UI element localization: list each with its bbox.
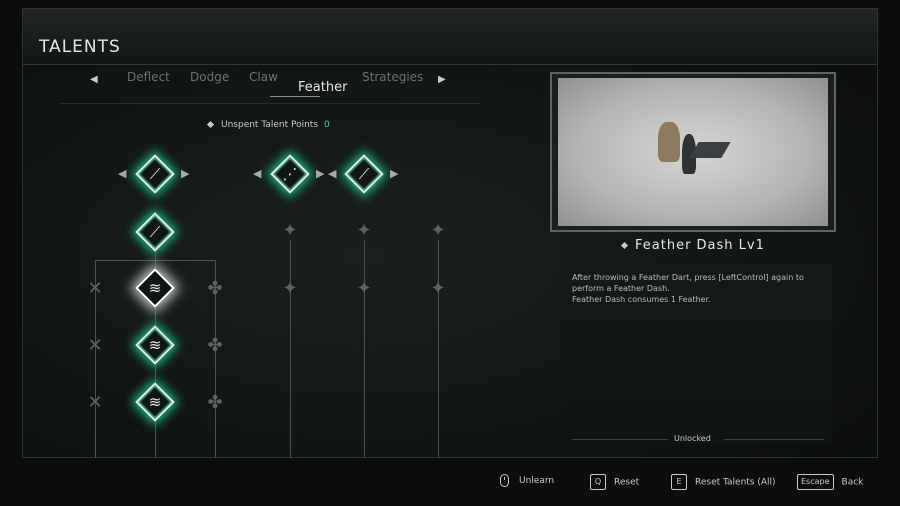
page-title: TALENTS — [39, 37, 121, 57]
locked-bird-icon: ✤ — [207, 334, 223, 356]
reset-button[interactable]: Q Reset — [590, 474, 639, 490]
key-e: E — [671, 474, 687, 490]
back-label: Back — [841, 477, 864, 488]
tree-connector — [95, 260, 215, 261]
description-line: perform a Feather Dash. — [572, 284, 670, 293]
talent-node-locked[interactable]: ✤ — [195, 382, 235, 422]
bullet-icon — [206, 120, 215, 129]
description-line: Feather Dash consumes 1 Feather. — [572, 295, 711, 304]
talent-node-feather-dash[interactable]: ≋ — [135, 268, 175, 308]
unspent-talent-points: Unspent Talent Points 0 — [206, 120, 330, 130]
enemy-figure — [658, 122, 680, 162]
talent-node-feather-dash-2[interactable]: ≋ — [135, 325, 175, 365]
key-escape: Escape — [797, 474, 834, 490]
feather-dash-icon: ≋ — [148, 279, 162, 297]
tab-next-arrow-icon[interactable]: ▶ — [438, 74, 446, 85]
feather-dash-icon: ≋ — [148, 393, 162, 411]
player-cape — [689, 142, 731, 158]
feather-slash-icon: ⟋ — [358, 165, 370, 183]
feather-dash-icon: ≋ — [148, 336, 162, 354]
locked-feather-icon: ✦ — [430, 277, 446, 299]
talent-tabs: ◀ Deflect Dodge Claw Feather Strategies … — [60, 68, 480, 104]
talent-node-feather-dash-3[interactable]: ≋ — [135, 382, 175, 422]
choice-prev-arrow-icon[interactable]: ◀ — [328, 167, 336, 180]
talent-node-feather-storm[interactable]: ⋰ — [270, 154, 310, 194]
divider — [724, 439, 824, 440]
talent-node-locked[interactable]: ✦ — [418, 268, 458, 308]
talent-node-locked[interactable]: ✤ — [195, 325, 235, 365]
skill-preview-image — [558, 78, 828, 226]
reset-label: Reset — [614, 477, 640, 488]
skill-title: Feather Dash Lv1 — [620, 238, 765, 253]
talent-node-feather-fan[interactable]: ⟋ — [135, 154, 175, 194]
active-tab-underline — [270, 96, 320, 97]
talent-node-locked[interactable]: ✕ — [75, 382, 115, 422]
description-line: After throwing a Feather Dart, press [Le… — [572, 273, 804, 282]
locked-bird-icon: ✤ — [207, 277, 223, 299]
divider — [572, 439, 668, 440]
talent-node-locked[interactable]: ✦ — [344, 268, 384, 308]
footer-hints: Unlearn Q Reset E Reset Talents (All) Esca… — [0, 466, 900, 502]
talent-node-feather-dart[interactable]: ⟋ — [135, 212, 175, 252]
feather-storm-icon: ⋰ — [282, 165, 298, 183]
choice-next-arrow-icon[interactable]: ▶ — [390, 167, 398, 180]
skill-preview-video — [550, 72, 836, 232]
talent-tree: ◀ ⟋ ▶ ⟋ ◀ ⋰ ▶ ◀ ⟋ ▶ ✦ ✦ ✦ ✦ ✦ ✦ ✕ ≋ ✤ ✕ … — [60, 140, 480, 458]
skill-status: Unlocked — [674, 434, 711, 443]
feather-dart-icon: ⟋ — [149, 223, 161, 241]
locked-cross-icon: ✕ — [87, 391, 103, 413]
skill-name: Feather Dash Lv1 — [635, 238, 765, 253]
talent-node-feather-slash[interactable]: ⟋ — [344, 154, 384, 194]
bullet-icon — [620, 241, 629, 250]
choice-next-arrow-icon[interactable]: ▶ — [181, 167, 189, 180]
talent-node-locked[interactable]: ✦ — [344, 210, 384, 250]
locked-feather-icon: ✦ — [356, 277, 372, 299]
reset-all-button[interactable]: E Reset Talents (All) — [671, 474, 776, 490]
back-button[interactable]: Escape Back — [797, 474, 863, 490]
tab-dodge[interactable]: Dodge — [190, 70, 229, 84]
choice-prev-arrow-icon[interactable]: ◀ — [118, 167, 126, 180]
skill-description-panel: After throwing a Feather Dart, press [Le… — [562, 264, 832, 444]
skill-description: After throwing a Feather Dart, press [Le… — [572, 272, 822, 305]
talent-node-locked[interactable]: ✦ — [270, 268, 310, 308]
unlearn-label: Unlearn — [519, 476, 555, 486]
key-q: Q — [590, 474, 606, 490]
unlearn-button[interactable]: Unlearn — [500, 474, 554, 487]
talent-node-locked[interactable]: ✦ — [270, 210, 310, 250]
tab-feather[interactable]: Feather — [298, 80, 347, 95]
talent-node-locked[interactable]: ✕ — [75, 268, 115, 308]
locked-feather-icon: ✦ — [356, 219, 372, 241]
talent-node-locked[interactable]: ✦ — [418, 210, 458, 250]
header-bar: TALENTS — [23, 9, 877, 65]
points-value: 0 — [324, 120, 330, 130]
locked-bird-icon: ✤ — [207, 391, 223, 413]
choice-prev-arrow-icon[interactable]: ◀ — [253, 167, 261, 180]
locked-cross-icon: ✕ — [87, 334, 103, 356]
locked-cross-icon: ✕ — [87, 277, 103, 299]
mouse-icon — [500, 474, 509, 487]
tab-deflect[interactable]: Deflect — [127, 70, 170, 84]
locked-feather-icon: ✦ — [282, 277, 298, 299]
tab-strategies[interactable]: Strategies — [362, 70, 423, 84]
talent-node-locked[interactable]: ✤ — [195, 268, 235, 308]
tab-prev-arrow-icon[interactable]: ◀ — [90, 74, 98, 85]
talent-node-locked[interactable]: ✕ — [75, 325, 115, 365]
choice-next-arrow-icon[interactable]: ▶ — [316, 167, 324, 180]
points-label: Unspent Talent Points — [221, 120, 319, 130]
locked-feather-icon: ✦ — [430, 219, 446, 241]
reset-all-label: Reset Talents (All) — [695, 477, 776, 488]
feather-fan-icon: ⟋ — [149, 165, 161, 183]
tab-claw[interactable]: Claw — [249, 70, 278, 84]
locked-feather-icon: ✦ — [282, 219, 298, 241]
